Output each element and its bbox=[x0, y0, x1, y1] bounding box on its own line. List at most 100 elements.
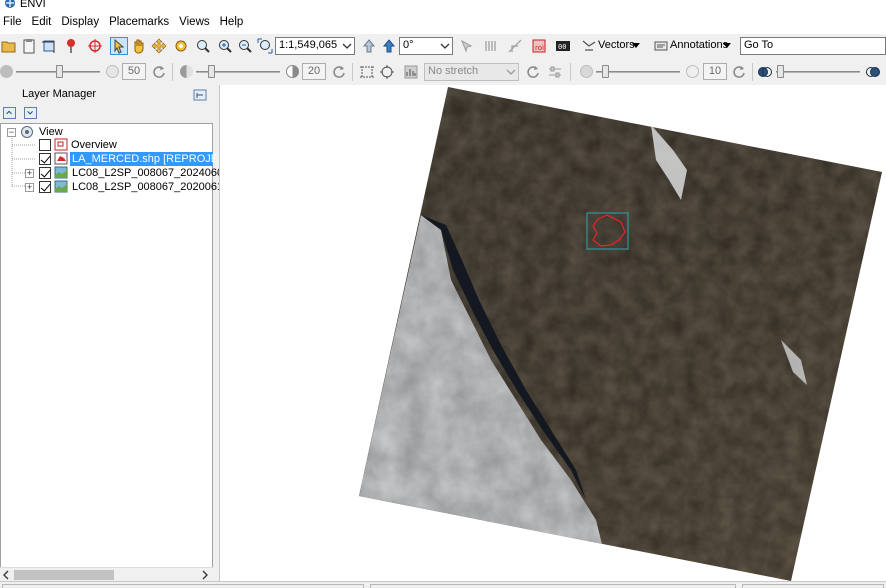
brightness-slider-thumb[interactable] bbox=[56, 65, 63, 78]
menu-bar: File Edit Display Placemarks Views Help bbox=[0, 14, 886, 34]
stretch-type-button[interactable] bbox=[402, 63, 420, 81]
la-merced-checkbox[interactable] bbox=[39, 153, 51, 165]
crosshair-icon bbox=[88, 39, 102, 53]
separator bbox=[752, 63, 753, 81]
menu-edit[interactable]: Edit bbox=[29, 14, 59, 34]
layer-expand-toggle[interactable]: + bbox=[25, 183, 34, 192]
image-view[interactable] bbox=[219, 85, 886, 581]
annotation-icon bbox=[654, 41, 668, 51]
contrast-reset-button[interactable] bbox=[330, 63, 348, 81]
stretch-extent-button[interactable] bbox=[358, 63, 376, 81]
bars-icon bbox=[485, 41, 496, 51]
caret-down-icon bbox=[723, 43, 731, 48]
zoom-button[interactable] bbox=[194, 37, 212, 55]
menu-help[interactable]: Help bbox=[217, 14, 251, 34]
chevron-down-icon bbox=[27, 110, 33, 115]
scroll-right-icon[interactable] bbox=[201, 570, 209, 580]
brightness-icon bbox=[0, 65, 13, 78]
roi-tool-button[interactable]: roi bbox=[530, 37, 548, 55]
rotate-button[interactable] bbox=[172, 37, 190, 55]
satellite-scene bbox=[359, 87, 882, 581]
scale-combo[interactable]: 1:1,549,065 bbox=[275, 37, 355, 55]
north-arrow-icon bbox=[362, 39, 376, 53]
zoom-in-button[interactable] bbox=[216, 37, 234, 55]
stretch-reset-button[interactable] bbox=[524, 63, 542, 81]
layer-tree-scrollbar[interactable] bbox=[0, 567, 213, 581]
transparency-icon bbox=[758, 67, 772, 77]
transparency-slider-thumb[interactable] bbox=[777, 65, 784, 78]
pin-panel-icon[interactable] bbox=[193, 89, 207, 101]
vectors-menu-label[interactable]: Vectors bbox=[598, 39, 635, 51]
vector-lines-icon bbox=[582, 40, 596, 51]
lc08-2020-checkbox[interactable] bbox=[39, 181, 51, 193]
menu-views[interactable]: Views bbox=[176, 14, 216, 34]
sharpen-slider-thumb[interactable] bbox=[602, 65, 609, 78]
main-toolbar: 1:1,549,065 0° roi 00 Vectors Annotation… bbox=[0, 35, 886, 58]
goto-field[interactable]: Go To bbox=[740, 37, 886, 55]
layer-overview-label[interactable]: Overview bbox=[71, 139, 117, 152]
select-tool-button[interactable] bbox=[110, 37, 128, 55]
title-bar: ENVI bbox=[0, 0, 886, 14]
crosshair-button[interactable] bbox=[86, 37, 104, 55]
zoom-in-icon bbox=[219, 40, 232, 53]
transparency-max-button[interactable] bbox=[864, 63, 882, 81]
scrollbar-thumb[interactable] bbox=[14, 570, 114, 580]
histogram-icon bbox=[404, 65, 418, 79]
layer-expand-toggle[interactable]: + bbox=[25, 169, 34, 178]
sharpen-reset-button[interactable] bbox=[730, 63, 748, 81]
fly-button[interactable] bbox=[150, 37, 168, 55]
vectors-icon-button[interactable] bbox=[580, 37, 598, 55]
rotate-north-button[interactable] bbox=[360, 37, 378, 55]
contrast-value[interactable]: 20 bbox=[302, 63, 326, 80]
view-icon bbox=[21, 126, 33, 138]
scroll-left-icon[interactable] bbox=[2, 570, 10, 580]
sharpen-value[interactable]: 10 bbox=[703, 63, 727, 80]
view-collapse-toggle[interactable]: − bbox=[7, 128, 16, 137]
chip-button[interactable] bbox=[506, 37, 524, 55]
data-manager-button[interactable] bbox=[20, 37, 38, 55]
contrast-icon bbox=[180, 65, 193, 78]
brightness-value[interactable]: 50 bbox=[122, 63, 146, 80]
placemark-button[interactable] bbox=[62, 37, 80, 55]
hand-icon bbox=[134, 39, 144, 54]
transparency-min-button[interactable] bbox=[756, 63, 774, 81]
zoom-out-button[interactable] bbox=[236, 37, 254, 55]
lc08-2024-checkbox[interactable] bbox=[39, 167, 51, 179]
open-file-button[interactable] bbox=[0, 37, 18, 55]
contrast-slider-thumb[interactable] bbox=[208, 65, 215, 78]
layer-lc08-2024-label[interactable]: LC08_L2SP_008067_20240605 bbox=[72, 167, 229, 180]
menu-placemarks[interactable]: Placemarks bbox=[106, 14, 176, 34]
layer-lc08-2020-label[interactable]: LC08_L2SP_008067_20200610 bbox=[72, 181, 229, 194]
collapse-all-button[interactable] bbox=[3, 107, 16, 119]
cursor-value-button[interactable] bbox=[458, 37, 476, 55]
window-title: ENVI bbox=[20, 0, 46, 10]
full-extent-button[interactable] bbox=[256, 37, 274, 55]
portal-button[interactable] bbox=[482, 37, 500, 55]
raster-layer-icon bbox=[54, 180, 68, 193]
crop-button[interactable] bbox=[40, 37, 58, 55]
scale-value: 1:1,549,065 bbox=[279, 39, 338, 51]
rotate-arrow-icon bbox=[382, 39, 396, 53]
brightness-reset-button[interactable] bbox=[150, 63, 168, 81]
zoom-extent-icon bbox=[257, 38, 273, 54]
overview-checkbox[interactable] bbox=[39, 139, 51, 151]
stretch-combo[interactable]: No stretch bbox=[424, 63, 519, 81]
move-arrows-icon bbox=[151, 38, 167, 54]
chevron-down-icon bbox=[506, 69, 516, 75]
histogram-button[interactable] bbox=[546, 63, 564, 81]
status-segment bbox=[370, 584, 736, 588]
stretch-view-button[interactable] bbox=[378, 63, 396, 81]
menu-display[interactable]: Display bbox=[58, 14, 106, 34]
rotate-icon bbox=[175, 40, 187, 52]
expand-all-button[interactable] bbox=[24, 107, 37, 119]
arrow-cursor-icon bbox=[114, 38, 125, 54]
annotations-icon-button[interactable] bbox=[652, 37, 670, 55]
pan-button[interactable] bbox=[130, 37, 148, 55]
annotation-stats-button[interactable]: 00 bbox=[554, 37, 572, 55]
rotate-view-button[interactable] bbox=[380, 37, 398, 55]
rotation-combo[interactable]: 0° bbox=[399, 37, 453, 55]
menu-file[interactable]: File bbox=[0, 14, 29, 34]
envi-app-icon bbox=[5, 0, 15, 8]
annotations-menu-label[interactable]: Annotations bbox=[670, 39, 728, 51]
transparency-slider-track[interactable] bbox=[776, 71, 860, 73]
